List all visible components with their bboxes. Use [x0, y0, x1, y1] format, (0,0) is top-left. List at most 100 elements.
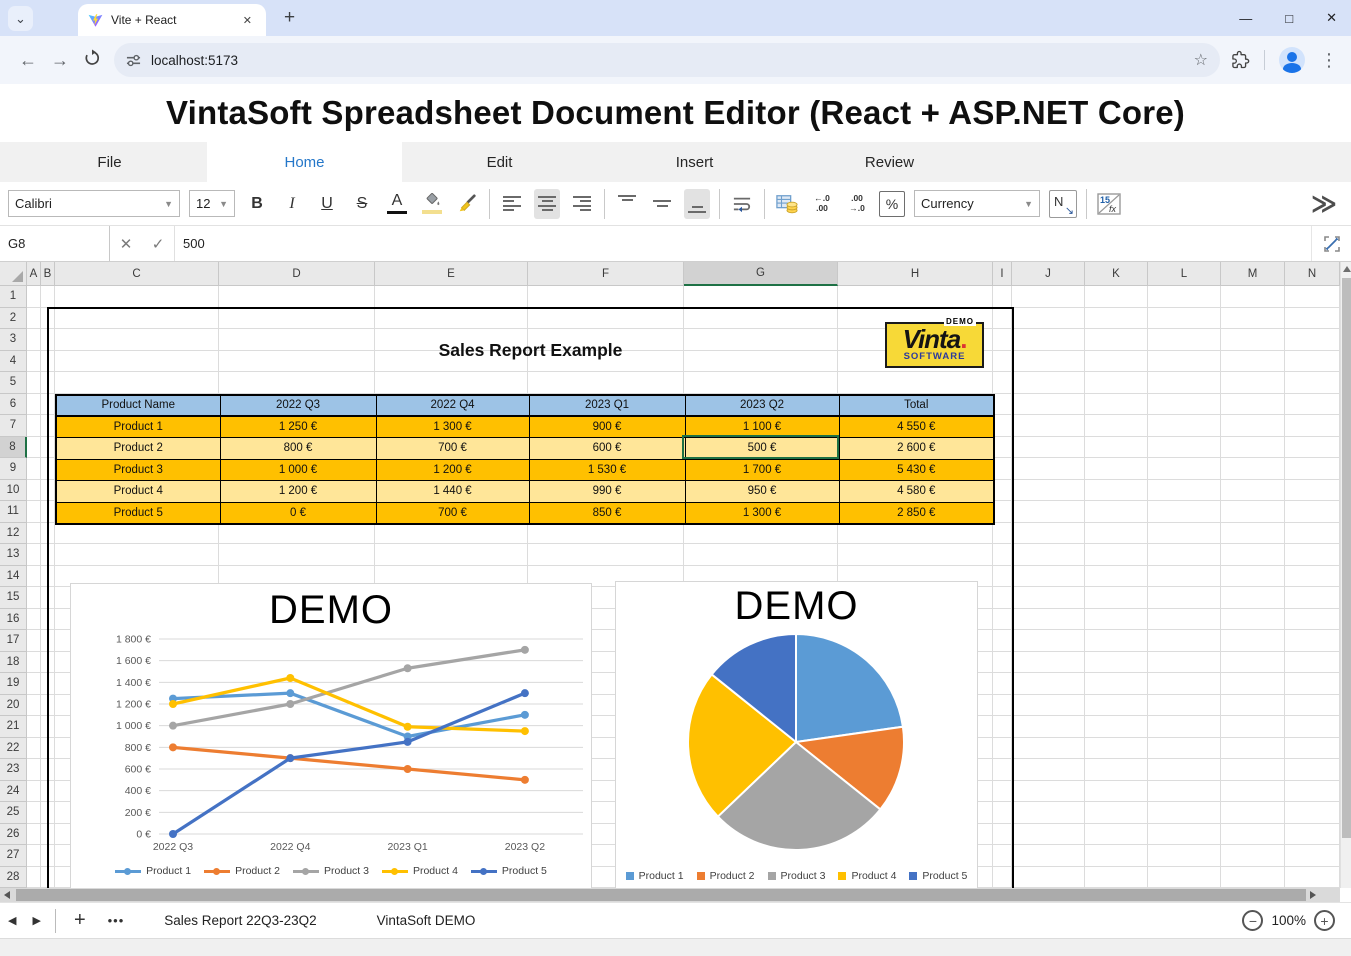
row-header-23[interactable]: 23: [0, 759, 27, 781]
maximize-icon[interactable]: □: [1285, 11, 1293, 26]
table-cell[interactable]: 5 430 €: [839, 459, 994, 481]
table-cell[interactable]: Product 3: [56, 459, 220, 481]
table-header-cell[interactable]: 2022 Q3: [220, 395, 376, 417]
spreadsheet-grid[interactable]: ABCDEFGHIJKLMN 1234567891011121314151617…: [0, 262, 1340, 888]
number-format-select[interactable]: Currency▼: [914, 190, 1040, 217]
table-cell[interactable]: 850 €: [529, 502, 685, 524]
previous-sheet-icon[interactable]: ◀: [0, 914, 24, 927]
underline-button[interactable]: U: [314, 189, 340, 219]
table-cell[interactable]: 0 €: [220, 502, 376, 524]
column-header-I[interactable]: I: [993, 262, 1012, 286]
scroll-up-icon[interactable]: [1343, 266, 1351, 272]
table-cell[interactable]: Product 4: [56, 481, 220, 503]
column-header-E[interactable]: E: [375, 262, 528, 286]
table-cell[interactable]: 1 530 €: [529, 459, 685, 481]
sales-table[interactable]: Product Name2022 Q32022 Q42023 Q12023 Q2…: [55, 394, 995, 525]
extensions-icon[interactable]: [1230, 50, 1250, 70]
ribbon-tab-review[interactable]: Review: [792, 142, 987, 182]
name-box[interactable]: [0, 226, 110, 261]
table-cell[interactable]: 1 200 €: [220, 481, 376, 503]
table-cell[interactable]: 800 €: [220, 438, 376, 460]
font-color-button[interactable]: A: [384, 189, 410, 219]
table-cell[interactable]: Product 1: [56, 416, 220, 438]
table-cell[interactable]: 1 000 €: [220, 459, 376, 481]
column-header-J[interactable]: J: [1012, 262, 1085, 286]
row-header-8[interactable]: 8: [0, 437, 27, 459]
back-icon[interactable]: ←: [12, 50, 44, 71]
vertical-scroll-thumb[interactable]: [1342, 278, 1351, 838]
next-sheet-icon[interactable]: ▶: [24, 914, 48, 927]
row-header-6[interactable]: 6: [0, 394, 27, 416]
sheet-list-button[interactable]: •••: [98, 913, 135, 928]
row-header-26[interactable]: 26: [0, 824, 27, 846]
ribbon-tab-file[interactable]: File: [12, 142, 207, 182]
expand-formula-bar-button[interactable]: [1311, 226, 1351, 261]
toolbar-overflow-icon[interactable]: ≫: [1311, 189, 1343, 219]
bold-button[interactable]: B: [244, 189, 270, 219]
formula-input[interactable]: [175, 236, 1311, 251]
font-size-select[interactable]: 12▼: [189, 190, 235, 217]
table-cell[interactable]: 1 700 €: [685, 459, 839, 481]
row-header-1[interactable]: 1: [0, 286, 27, 308]
column-header-L[interactable]: L: [1148, 262, 1221, 286]
table-cell[interactable]: 700 €: [376, 502, 529, 524]
row-header-5[interactable]: 5: [0, 372, 27, 394]
site-settings-icon[interactable]: [126, 53, 141, 68]
row-header-12[interactable]: 12: [0, 523, 27, 545]
table-cell[interactable]: 1 440 €: [376, 481, 529, 503]
browser-tab[interactable]: Vite + React ✕: [78, 4, 266, 36]
table-cell[interactable]: 2 600 €: [839, 438, 994, 460]
column-header-H[interactable]: H: [838, 262, 993, 286]
horizontal-scrollbar[interactable]: [0, 888, 1340, 902]
row-header-25[interactable]: 25: [0, 802, 27, 824]
ribbon-tab-home[interactable]: Home: [207, 142, 402, 182]
row-header-15[interactable]: 15: [0, 587, 27, 609]
minimize-icon[interactable]: —: [1239, 11, 1252, 26]
column-header-N[interactable]: N: [1285, 262, 1340, 286]
table-cell[interactable]: 4 550 €: [839, 416, 994, 438]
select-all-corner[interactable]: [0, 262, 27, 286]
column-header-G[interactable]: G: [684, 262, 838, 286]
add-sheet-button[interactable]: +: [62, 909, 98, 932]
decrease-decimal-button[interactable]: ←←.0.00: [809, 189, 835, 219]
table-header-cell[interactable]: Total: [839, 395, 994, 417]
reload-icon[interactable]: [76, 49, 108, 72]
table-cell[interactable]: 900 €: [529, 416, 685, 438]
column-header-M[interactable]: M: [1221, 262, 1285, 286]
pie-chart[interactable]: DEMO Product 1Product 2Product 3Product …: [615, 581, 978, 888]
table-cell[interactable]: 1 200 €: [376, 459, 529, 481]
table-cell[interactable]: 1 300 €: [376, 416, 529, 438]
column-header-D[interactable]: D: [219, 262, 375, 286]
table-cell[interactable]: Product 5: [56, 502, 220, 524]
row-header-13[interactable]: 13: [0, 544, 27, 566]
increase-decimal-button[interactable]: .00→.0: [844, 189, 870, 219]
column-header-C[interactable]: C: [55, 262, 219, 286]
row-header-21[interactable]: 21: [0, 716, 27, 738]
row-header-10[interactable]: 10: [0, 480, 27, 502]
vertical-scrollbar[interactable]: [1340, 262, 1351, 888]
scroll-left-icon[interactable]: [4, 891, 10, 899]
cancel-icon[interactable]: ✕: [110, 226, 142, 261]
profile-avatar[interactable]: [1279, 47, 1305, 73]
table-cell[interactable]: 1 250 €: [220, 416, 376, 438]
wrap-text-button[interactable]: [729, 189, 755, 219]
zoom-out-button[interactable]: −: [1242, 910, 1263, 931]
ribbon-tab-edit[interactable]: Edit: [402, 142, 597, 182]
row-header-18[interactable]: 18: [0, 652, 27, 674]
strikethrough-button[interactable]: S: [349, 189, 375, 219]
row-header-11[interactable]: 11: [0, 501, 27, 523]
column-header-B[interactable]: B: [41, 262, 55, 286]
ribbon-tab-insert[interactable]: Insert: [597, 142, 792, 182]
table-cell[interactable]: 700 €: [376, 438, 529, 460]
align-bottom-button[interactable]: [684, 189, 710, 219]
confirm-icon[interactable]: ✓: [142, 226, 174, 261]
align-top-button[interactable]: [614, 189, 640, 219]
table-header-cell[interactable]: 2023 Q2: [685, 395, 839, 417]
horizontal-scroll-thumb[interactable]: [16, 889, 1306, 901]
sheet-tab[interactable]: Sales Report 22Q3-23Q2: [134, 913, 346, 928]
row-header-22[interactable]: 22: [0, 738, 27, 760]
table-header-cell[interactable]: 2023 Q1: [529, 395, 685, 417]
table-cell[interactable]: 1 100 €: [685, 416, 839, 438]
table-header-cell[interactable]: Product Name: [56, 395, 220, 417]
vintasoft-logo[interactable]: DEMO Vinta. SOFTWARE: [885, 322, 984, 368]
